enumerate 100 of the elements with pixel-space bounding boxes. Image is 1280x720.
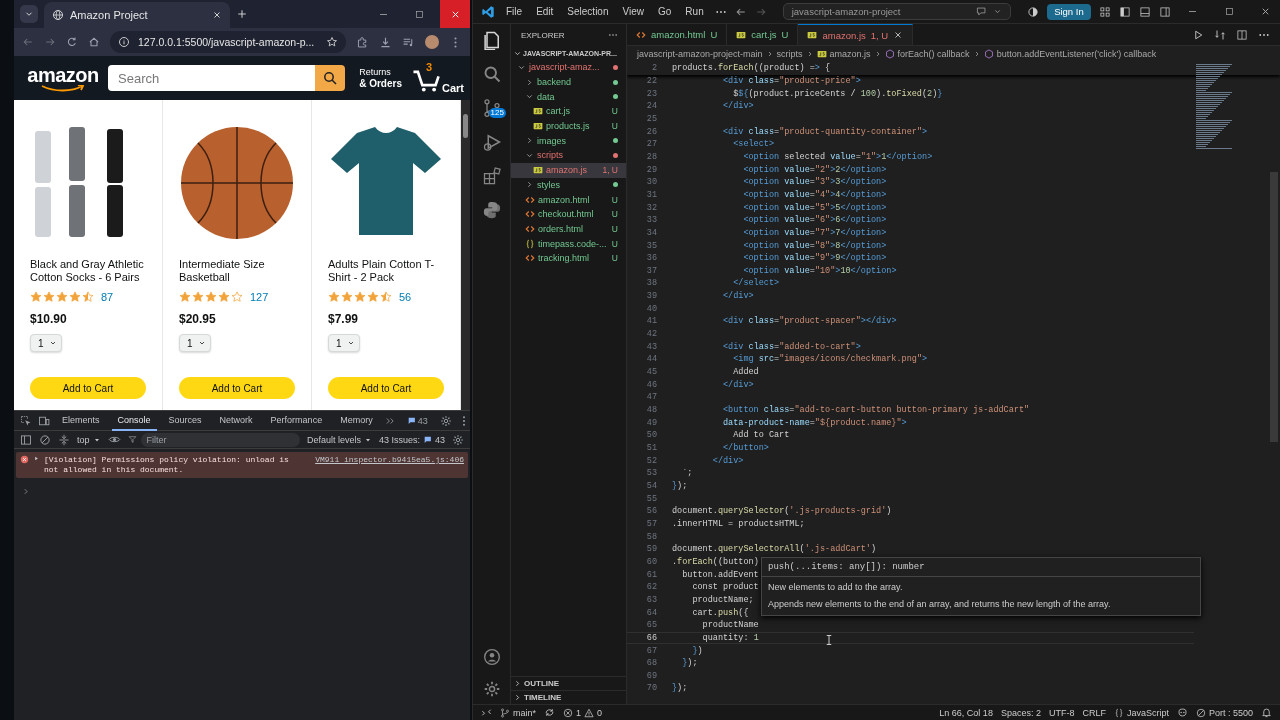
settings-icon[interactable] — [482, 680, 501, 698]
branch-status[interactable]: main* — [500, 707, 536, 718]
tab-search-button[interactable] — [20, 5, 38, 23]
language-status[interactable]: JavaScript — [1113, 707, 1169, 718]
breadcrumb[interactable]: javascript-amazon-project-main — [637, 49, 763, 59]
sidebar-toggle-icon[interactable] — [1118, 5, 1131, 18]
quantity-select[interactable]: 1 — [30, 334, 62, 352]
breadcrumb[interactable]: button.addEventListener('click') callback — [983, 49, 1157, 59]
tree-item[interactable]: checkout.html U — [511, 206, 626, 222]
close-icon[interactable] — [212, 10, 222, 20]
menu-item[interactable]: Edit — [533, 6, 557, 17]
issues-button[interactable]: 43 Issues: 43 — [378, 434, 445, 445]
puzzle-icon[interactable] — [356, 35, 369, 49]
clear-icon[interactable] — [39, 433, 51, 446]
tree-item[interactable]: backend — [511, 74, 626, 90]
tree-item[interactable]: tracking.html U — [511, 250, 626, 266]
python-icon[interactable] — [481, 200, 502, 220]
cursor-position[interactable]: Ln 66, Col 18 — [939, 707, 993, 718]
eol-status[interactable]: CRLF — [1082, 707, 1106, 718]
issues-counter[interactable]: 43 — [406, 415, 428, 426]
search-field[interactable]: Search — [108, 65, 316, 91]
inspect-icon[interactable] — [20, 414, 32, 427]
tree-item[interactable]: styles — [511, 177, 626, 193]
rating-count[interactable]: 127 — [250, 291, 269, 303]
tree-item[interactable]: data — [511, 89, 626, 105]
tree-item[interactable]: orders.html U — [511, 221, 626, 237]
expand-icon[interactable] — [58, 433, 70, 446]
files-icon[interactable] — [481, 30, 502, 50]
devtools-tab[interactable]: Elements — [56, 410, 106, 431]
remote-icon[interactable] — [481, 707, 492, 718]
chat-icon[interactable] — [976, 6, 988, 17]
filter-field[interactable]: Filter — [140, 432, 300, 447]
device-toggle-icon[interactable] — [38, 414, 50, 427]
settings-icon[interactable] — [439, 414, 452, 427]
run-debug-icon[interactable] — [481, 132, 502, 152]
menu-item[interactable]: File — [503, 6, 526, 17]
devtools-tab[interactable]: Memory — [334, 410, 379, 431]
expand-arrow-icon[interactable] — [33, 455, 40, 462]
extensions-icon[interactable] — [481, 166, 502, 186]
source-link[interactable]: VM911 inspector.b9415ea5.js:406 — [315, 455, 464, 464]
more-tabs-icon[interactable] — [384, 415, 395, 426]
sign-in-button[interactable]: Sign In — [1047, 3, 1091, 20]
contrast-icon[interactable] — [1027, 5, 1040, 18]
quantity-select[interactable]: 1 — [179, 334, 211, 352]
menu-item[interactable]: Selection — [564, 6, 612, 17]
reload-icon[interactable] — [66, 36, 78, 48]
cart-link[interactable]: Cart — [442, 82, 464, 94]
tree-item[interactable]: scripts — [511, 148, 626, 163]
panel-toggle-icon[interactable] — [1138, 5, 1151, 18]
settings-icon[interactable] — [452, 433, 464, 446]
rating-count[interactable]: 87 — [101, 291, 114, 303]
rating-count[interactable]: 56 — [399, 291, 412, 303]
maximize-icon[interactable] — [1223, 6, 1235, 17]
split-editor-icon[interactable] — [1236, 28, 1248, 41]
run-icon[interactable] — [1192, 28, 1204, 41]
devtools-tab[interactable]: Network — [213, 410, 259, 431]
menu-item[interactable]: Go — [655, 6, 675, 17]
logo-text[interactable]: amazon — [27, 64, 99, 85]
problems-status[interactable]: 1 0 — [563, 707, 603, 718]
layout-icon[interactable] — [1098, 5, 1111, 18]
star-icon[interactable] — [326, 36, 338, 48]
sidebar-icon[interactable] — [20, 433, 32, 446]
tree-item[interactable]: images — [511, 133, 626, 149]
add-to-cart-button[interactable]: Add to Cart — [179, 377, 295, 399]
maximize-icon[interactable] — [413, 8, 425, 20]
devtools-tab[interactable]: Sources — [162, 410, 208, 431]
breadcrumb[interactable]: amazon.js — [816, 49, 871, 59]
encoding-status[interactable]: UTF-8 — [1048, 707, 1075, 718]
quantity-select[interactable]: 1 — [328, 334, 360, 352]
bell-icon[interactable] — [1261, 707, 1272, 718]
new-tab-icon[interactable] — [236, 8, 248, 20]
tree-item[interactable]: products.js U — [511, 118, 626, 134]
search-button[interactable] — [315, 65, 346, 91]
breadcrumb[interactable]: scripts — [776, 49, 803, 59]
tree-item[interactable]: cart.js U — [511, 104, 626, 119]
tree-item[interactable]: javascript-amaz... — [511, 60, 626, 75]
close-icon[interactable] — [893, 30, 904, 40]
secondary-sidebar-icon[interactable] — [1158, 5, 1171, 18]
download-icon[interactable] — [379, 35, 392, 49]
browser-tab[interactable]: Amazon Project — [44, 2, 230, 28]
command-center[interactable]: javascript-amazon-project — [782, 3, 1012, 20]
add-to-cart-button[interactable]: Add to Cart — [30, 377, 146, 399]
scroll-thumb[interactable] — [1270, 172, 1278, 442]
indentation-status[interactable]: Spaces: 2 — [1000, 707, 1041, 718]
menu-item[interactable]: View — [619, 6, 647, 17]
compare-icon[interactable] — [1214, 28, 1226, 41]
tree-item[interactable]: amazon.html U — [511, 192, 626, 207]
devtools-tab[interactable]: Performance — [264, 410, 329, 431]
devtools-tab[interactable]: Console — [111, 410, 157, 431]
account-icon[interactable] — [482, 648, 501, 666]
scroll-thumb[interactable] — [463, 114, 468, 138]
sync-icon[interactable] — [544, 707, 555, 718]
port-status[interactable]: Port : 5500 — [1195, 707, 1253, 718]
tree-item[interactable]: amazon.js 1, U — [511, 162, 626, 178]
source-control-icon[interactable] — [481, 98, 502, 118]
info-icon[interactable] — [118, 36, 130, 48]
section-header[interactable]: OUTLINE — [511, 676, 626, 690]
context-dropdown[interactable]: top — [77, 434, 101, 445]
breadcrumb[interactable]: forEach() callback — [884, 49, 970, 59]
returns-orders-link[interactable]: Returns & Orders — [355, 67, 402, 89]
